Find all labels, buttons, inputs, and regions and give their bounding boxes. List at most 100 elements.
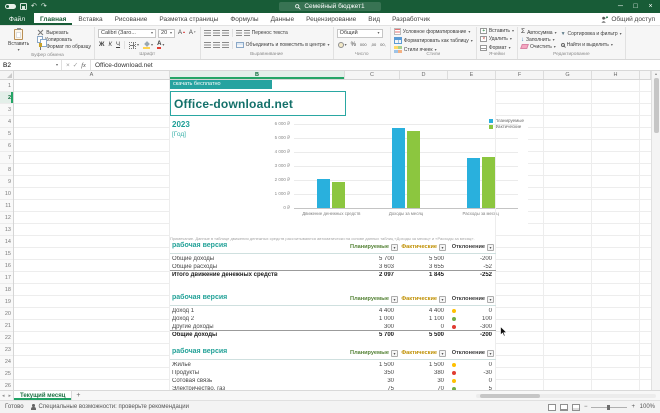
table-row-label[interactable]: Жилье bbox=[172, 362, 342, 368]
table-cell-planned[interactable]: 1 500 bbox=[345, 362, 394, 368]
table-row-label[interactable]: Продукты bbox=[172, 370, 342, 376]
column-header-F[interactable]: F bbox=[496, 71, 544, 79]
redo-icon[interactable]: ↷ bbox=[41, 3, 47, 10]
zoom-percentage[interactable]: 100% bbox=[639, 404, 655, 410]
row-header-11[interactable]: 11 bbox=[0, 200, 13, 212]
row-header-8[interactable]: 8 bbox=[0, 164, 13, 176]
row-header-12[interactable]: 12 bbox=[0, 212, 13, 224]
ribbon-tab-Главная[interactable]: Главная bbox=[34, 13, 72, 25]
table-cell-deviation[interactable]: -200 bbox=[448, 256, 492, 262]
table-cell-planned[interactable]: 2 097 bbox=[345, 272, 394, 278]
ribbon-tab-Данные[interactable]: Данные bbox=[265, 13, 300, 25]
name-box[interactable]: B2 ▾ bbox=[0, 60, 62, 70]
orientation-icon[interactable] bbox=[235, 30, 242, 36]
page-break-view-button[interactable] bbox=[571, 403, 580, 411]
font-name-select[interactable]: Calibri (Заго... ▾ bbox=[98, 28, 157, 38]
row-header-15[interactable]: 15 bbox=[0, 248, 13, 260]
align-right-icon[interactable] bbox=[221, 42, 229, 48]
table-row-label[interactable]: Доход 1 bbox=[172, 308, 342, 314]
table-header-deviation[interactable]: Отклонение bbox=[448, 350, 485, 356]
cancel-entry-icon[interactable]: × bbox=[66, 62, 70, 69]
table-cell-planned[interactable]: 5 700 bbox=[345, 256, 394, 262]
borders-button[interactable]: ▾ bbox=[128, 41, 140, 49]
chart[interactable]: 0 ₽ 1 000 ₽ 2 000 ₽ 3 000 ₽ 4 000 ₽ 5 000 ₽ 6 … bbox=[264, 116, 528, 234]
column-header-H[interactable]: H bbox=[592, 71, 640, 79]
minimize-button[interactable]: ─ bbox=[613, 0, 628, 13]
row-header-4[interactable]: 4 bbox=[0, 116, 13, 128]
formula-input[interactable]: Office-download.net bbox=[91, 60, 157, 70]
comma-style-button[interactable]: 000 bbox=[359, 43, 368, 47]
paste-button[interactable]: Вставить ▾ bbox=[4, 28, 33, 52]
increase-decimal-button[interactable]: ,00 bbox=[370, 43, 378, 47]
accessibility-status[interactable]: Специальные возможности: проверьте реком… bbox=[30, 404, 189, 410]
grow-font-button[interactable]: А ▴ bbox=[177, 30, 186, 36]
filter-button[interactable]: ▾ bbox=[439, 296, 446, 303]
bold-button[interactable]: Ж bbox=[98, 42, 105, 48]
fill-color-button[interactable]: ▾ bbox=[142, 42, 154, 49]
zoom-slider-thumb[interactable] bbox=[607, 404, 611, 410]
sheet-tab-current-month[interactable]: Текущий месяц bbox=[13, 391, 73, 400]
ribbon-tab-Рецензирование[interactable]: Рецензирование bbox=[300, 13, 362, 25]
vertical-scrollbar[interactable]: ▴ bbox=[651, 71, 660, 390]
selected-cell-b2[interactable]: Office-download.net bbox=[170, 91, 346, 116]
search-box[interactable]: Семейный бюджет1 bbox=[279, 2, 381, 11]
table-cell-deviation[interactable]: -200 bbox=[448, 332, 492, 338]
zoom-in-button[interactable]: + bbox=[631, 404, 635, 410]
filter-button[interactable]: ▾ bbox=[439, 244, 446, 251]
column-header-A[interactable]: A bbox=[14, 71, 170, 79]
promo-banner[interactable]: скачать бесплатно bbox=[170, 80, 272, 89]
accounting-format-button[interactable]: ▾ bbox=[337, 42, 348, 48]
shrink-font-button[interactable]: А ▾ bbox=[188, 30, 197, 36]
table-header-deviation[interactable]: Отклонение bbox=[448, 244, 485, 250]
font-color-button[interactable]: А ▾ bbox=[156, 41, 165, 49]
table-cell-deviation[interactable]: -252 bbox=[448, 272, 492, 278]
undo-icon[interactable]: ↶ bbox=[31, 3, 37, 10]
filter-button[interactable]: ▾ bbox=[487, 350, 494, 357]
row-header-21[interactable]: 21 bbox=[0, 320, 13, 332]
merge-center-button[interactable]: Объединить и поместить в центре ▾ bbox=[235, 42, 330, 49]
row-header-6[interactable]: 6 bbox=[0, 140, 13, 152]
scroll-up-icon[interactable]: ▴ bbox=[655, 71, 657, 76]
ribbon-tab-Формулы[interactable]: Формулы bbox=[224, 13, 264, 25]
align-middle-icon[interactable] bbox=[212, 30, 220, 36]
find-select-button[interactable]: Найти и выделить ▾ bbox=[560, 41, 622, 48]
row-header-3[interactable]: 3 bbox=[0, 104, 13, 116]
italic-button[interactable]: К bbox=[107, 42, 113, 48]
add-sheet-button[interactable]: + bbox=[72, 391, 84, 400]
row-header-1[interactable]: 1 bbox=[0, 80, 13, 92]
ribbon-tab-Вид[interactable]: Вид bbox=[362, 13, 386, 25]
table-row-label[interactable]: Общие доходы bbox=[172, 332, 342, 338]
row-header-9[interactable]: 9 bbox=[0, 176, 13, 188]
table-section-title[interactable]: рабочая версия bbox=[172, 348, 227, 355]
column-header-G[interactable]: G bbox=[544, 71, 592, 79]
row-header-22[interactable]: 22 bbox=[0, 332, 13, 344]
select-all-corner[interactable] bbox=[0, 71, 14, 79]
zoom-out-button[interactable]: − bbox=[584, 404, 588, 410]
row-header-10[interactable]: 10 bbox=[0, 188, 13, 200]
table-header-actual[interactable]: Фактические bbox=[400, 296, 437, 302]
column-header-C[interactable]: C bbox=[345, 71, 400, 79]
table-cell-planned[interactable]: 1 000 bbox=[345, 316, 394, 322]
table-cell-actual[interactable]: 1 100 bbox=[400, 316, 444, 322]
clear-button[interactable]: Очистить ▾ bbox=[520, 43, 557, 50]
copy-button[interactable]: Копировать bbox=[37, 36, 91, 47]
maximize-button[interactable]: □ bbox=[628, 0, 643, 13]
name-box-dropdown-icon[interactable]: ▾ bbox=[56, 63, 58, 67]
tab-file[interactable]: Файл bbox=[0, 13, 34, 25]
table-cell-planned[interactable]: 30 bbox=[345, 378, 394, 384]
ribbon-tab-Рисование[interactable]: Рисование bbox=[109, 13, 154, 25]
table-cell-planned[interactable]: 5 700 bbox=[345, 332, 394, 338]
row-header-23[interactable]: 23 bbox=[0, 344, 13, 356]
table-cell-planned[interactable]: 4 400 bbox=[345, 308, 394, 314]
vertical-scrollbar-thumb[interactable] bbox=[653, 78, 659, 133]
enter-entry-icon[interactable]: ✓ bbox=[73, 61, 78, 69]
insert-function-icon[interactable]: fx bbox=[81, 62, 86, 69]
row-header-18[interactable]: 18 bbox=[0, 284, 13, 296]
conditional-formatting-button[interactable]: Условное форматирование ▾ bbox=[393, 28, 473, 35]
row-header-7[interactable]: 7 bbox=[0, 152, 13, 164]
table-cell-actual[interactable]: 1 500 bbox=[400, 362, 444, 368]
table-header-actual[interactable]: Фактические bbox=[400, 350, 437, 356]
table-cell-actual[interactable]: 5 500 bbox=[400, 332, 444, 338]
row-header-25[interactable]: 25 bbox=[0, 368, 13, 380]
filter-button[interactable]: ▾ bbox=[439, 350, 446, 357]
